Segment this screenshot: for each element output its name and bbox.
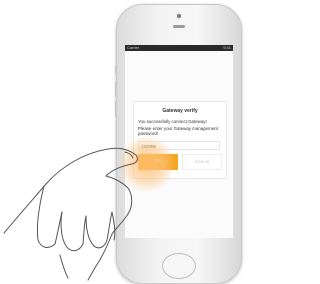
front-camera-icon (177, 14, 181, 18)
tap-highlight (119, 136, 175, 192)
status-carrier: Carrier (127, 45, 140, 50)
volume-down-button (115, 101, 117, 117)
dialog-success-message: You successfully connect Gateway! (138, 119, 207, 124)
dialog-password-prompt: Please enter your Gateway management pas… (138, 126, 218, 136)
cancel-button[interactable]: Cancel (182, 154, 222, 170)
dialog-title: Gateway verify (162, 108, 198, 114)
status-time: 9:41 (223, 45, 231, 50)
status-bar: Carrier 9:41 (125, 45, 233, 51)
home-button[interactable] (162, 253, 196, 279)
earpiece-speaker (173, 25, 185, 28)
volume-up-button (115, 81, 117, 97)
mute-switch (115, 65, 117, 75)
